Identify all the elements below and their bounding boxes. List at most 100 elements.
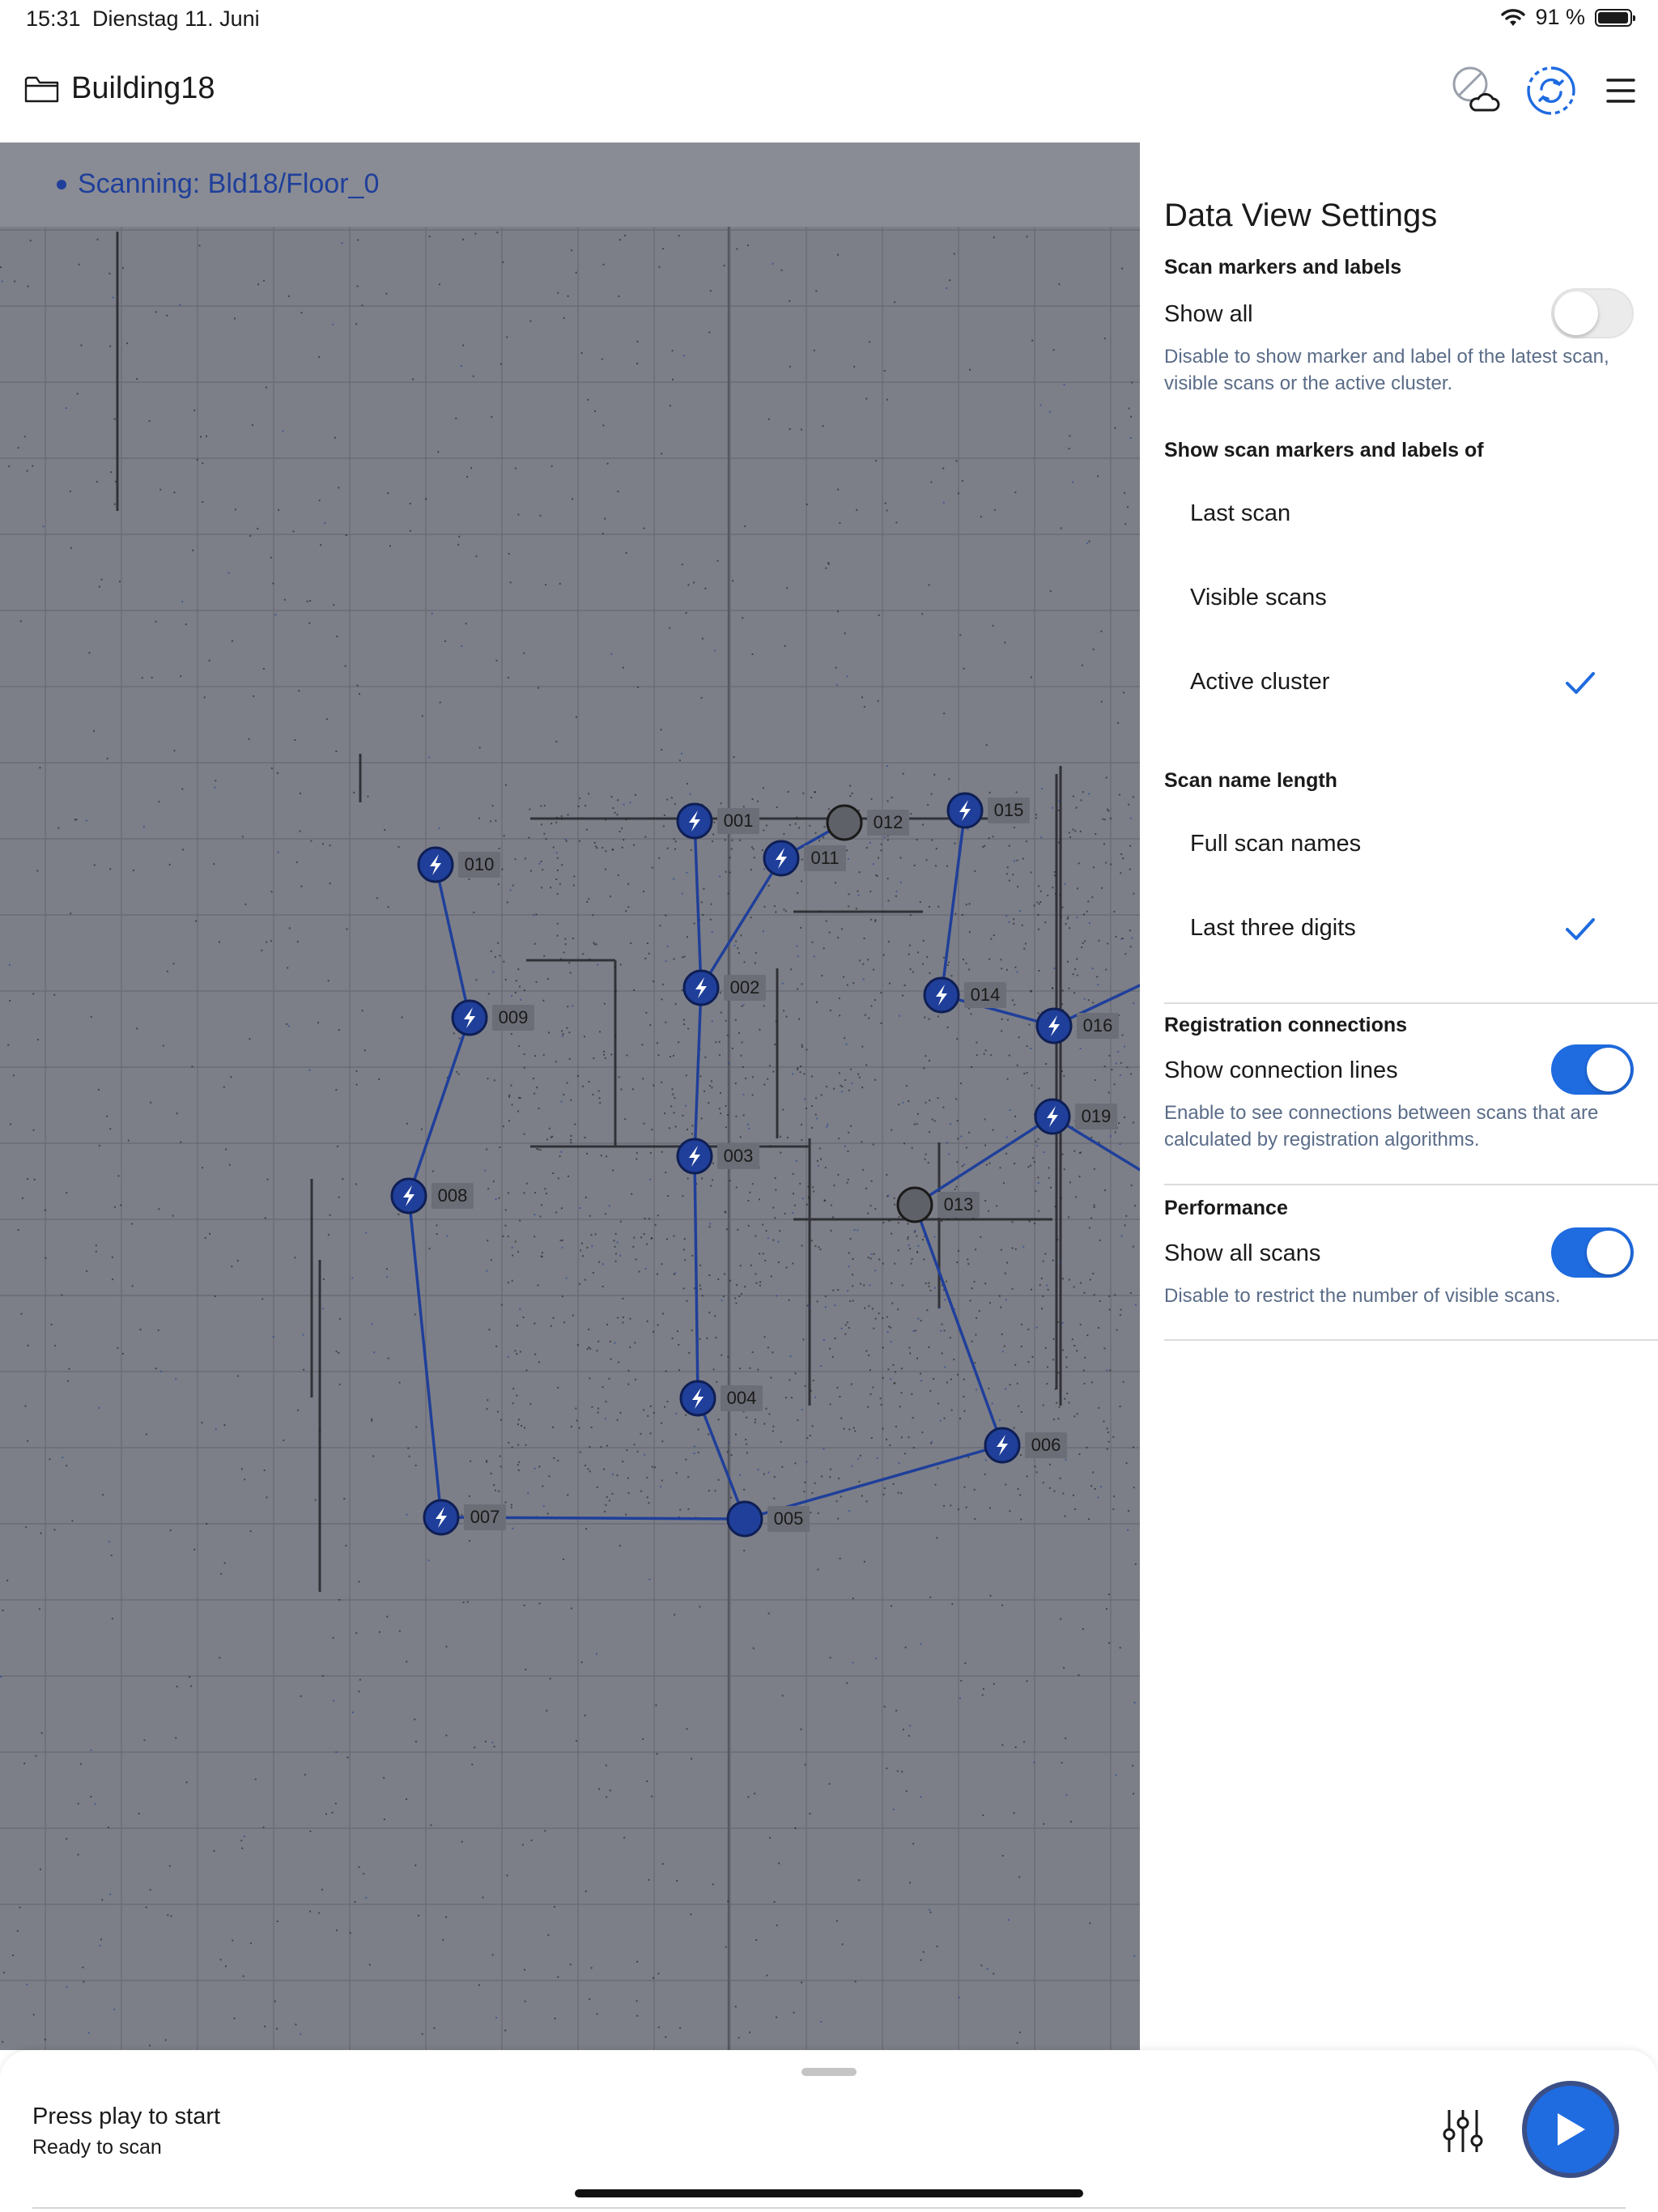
scan-marker-label: 015 bbox=[994, 800, 1024, 820]
project-title: Building18 bbox=[71, 71, 215, 105]
battery-percent: 91 % bbox=[1535, 5, 1585, 29]
wifi-icon bbox=[1501, 8, 1526, 26]
scan-marker-label: 009 bbox=[499, 1007, 529, 1027]
cloud-off-icon bbox=[1452, 66, 1500, 112]
option-last-scan[interactable]: Last scan bbox=[1190, 500, 1290, 527]
scan-marker-011[interactable]: 011 bbox=[763, 840, 846, 877]
adjust-sliders-icon[interactable] bbox=[1441, 2107, 1485, 2155]
section-registration: Registration connections bbox=[1164, 1014, 1408, 1036]
home-indicator bbox=[575, 2189, 1083, 2197]
connection-line bbox=[407, 1195, 443, 1518]
show-all-scans-help: Disable to restrict the number of visibl… bbox=[1164, 1285, 1561, 1307]
status-time: 15:31 bbox=[26, 6, 81, 31]
point-cloud-map[interactable]: Scanning: Bld18/Floor_0 001 002 003 004 005 0… bbox=[0, 143, 1140, 2050]
play-icon bbox=[1558, 2113, 1585, 2146]
show-all-scans-toggle[interactable] bbox=[1551, 1227, 1634, 1278]
scan-marker-014[interactable]: 014 bbox=[923, 976, 1006, 1014]
connection-lines bbox=[407, 810, 1140, 1521]
scan-marker-label: 004 bbox=[727, 1388, 757, 1408]
scan-marker-001[interactable]: 001 bbox=[676, 802, 759, 840]
connection-line bbox=[434, 864, 471, 1019]
sync-icon bbox=[1527, 66, 1575, 115]
scan-marker-008[interactable]: 008 bbox=[390, 1177, 474, 1214]
menu-icon bbox=[1606, 79, 1635, 103]
scan-marker-label: 016 bbox=[1083, 1015, 1113, 1036]
show-all-scans-label: Show all scans bbox=[1164, 1240, 1321, 1266]
connection-line bbox=[699, 857, 783, 989]
scan-marker-004[interactable]: 004 bbox=[679, 1380, 763, 1417]
scan-marker-label: 019 bbox=[1082, 1106, 1112, 1126]
status-date: Dienstag 11. Juni bbox=[92, 6, 260, 31]
scan-marker-006[interactable]: 006 bbox=[984, 1427, 1067, 1464]
scan-marker-label: 007 bbox=[470, 1507, 500, 1527]
scan-marker-005[interactable]: 005 bbox=[726, 1500, 810, 1538]
scan-network: 001 002 003 004 005 006 007 008 009 010 011 012 013 0… bbox=[390, 792, 1140, 1538]
connection-line bbox=[913, 1204, 1004, 1446]
scan-marker-label: 010 bbox=[465, 854, 495, 874]
bottom-sheet: Press play to start Ready to scan bbox=[0, 2050, 1658, 2212]
connection-lines-toggle[interactable] bbox=[1551, 1044, 1634, 1095]
scan-marker-label: 011 bbox=[810, 848, 839, 868]
folder-icon[interactable] bbox=[24, 74, 60, 104]
connection-lines-label: Show connection lines bbox=[1164, 1057, 1398, 1083]
connection-line bbox=[693, 1155, 699, 1399]
connection-line bbox=[693, 987, 703, 1157]
connection-line bbox=[407, 1017, 471, 1197]
option-visible-scans[interactable]: Visible scans bbox=[1190, 585, 1327, 611]
menu-button[interactable] bbox=[1592, 62, 1650, 120]
section-show-of: Show scan markers and labels of bbox=[1164, 439, 1484, 462]
scan-marker-002[interactable]: 002 bbox=[682, 969, 766, 1006]
scan-marker-019[interactable]: 019 bbox=[1034, 1098, 1117, 1135]
connection-lines-help: Enable to see connections between scans … bbox=[1164, 1102, 1599, 1151]
scan-marker-label: 002 bbox=[730, 977, 760, 998]
panel-title: Data View Settings bbox=[1164, 198, 1438, 233]
status-right: 91 % bbox=[1501, 5, 1635, 30]
section-performance: Performance bbox=[1164, 1197, 1288, 1219]
bottom-subtitle: Ready to scan bbox=[32, 2136, 162, 2159]
connection-line bbox=[914, 1115, 1053, 1206]
scan-marker-009[interactable]: 009 bbox=[451, 999, 534, 1036]
scan-marker-label: 001 bbox=[724, 810, 754, 831]
option-last-three-digits[interactable]: Last three digits bbox=[1190, 915, 1356, 942]
scan-marker-label: 003 bbox=[724, 1146, 754, 1166]
scan-marker-012[interactable]: 012 bbox=[826, 804, 909, 841]
divider bbox=[1164, 1002, 1658, 1004]
checkmark-icon bbox=[1566, 918, 1595, 940]
scan-marker-label: 006 bbox=[1031, 1435, 1061, 1455]
scan-marker-010[interactable]: 010 bbox=[417, 846, 500, 883]
scan-marker-015[interactable]: 015 bbox=[946, 792, 1030, 829]
bottom-divider bbox=[32, 2207, 1626, 2209]
data-view-settings-panel: Data View Settings Scan markers and labe… bbox=[1140, 143, 1658, 2050]
battery-icon bbox=[1595, 8, 1635, 27]
scan-marker-label: 005 bbox=[774, 1508, 804, 1529]
option-full-scan-names[interactable]: Full scan names bbox=[1190, 831, 1361, 857]
section-name-length: Scan name length bbox=[1164, 769, 1337, 792]
scan-marker-013[interactable]: 013 bbox=[896, 1186, 980, 1223]
connection-line bbox=[940, 810, 967, 996]
cloud-off-button[interactable] bbox=[1446, 62, 1504, 120]
scan-marker-label: 014 bbox=[971, 985, 1001, 1005]
scan-marker-label: 008 bbox=[438, 1185, 468, 1206]
divider bbox=[1164, 1184, 1658, 1185]
connection-line bbox=[693, 820, 703, 989]
bottom-title: Press play to start bbox=[32, 2104, 221, 2129]
scan-marker-label: 012 bbox=[874, 812, 903, 832]
section-scan-markers: Scan markers and labels bbox=[1164, 256, 1402, 279]
show-all-toggle[interactable] bbox=[1551, 288, 1634, 338]
scan-marker-016[interactable]: 016 bbox=[1035, 1007, 1119, 1044]
show-all-help: Disable to show marker and label of the … bbox=[1164, 346, 1609, 394]
scan-markers: 001 002 003 004 005 006 007 008 009 010 011 012 013 0… bbox=[390, 792, 1119, 1538]
show-all-label: Show all bbox=[1164, 301, 1253, 327]
checkmark-icon bbox=[1566, 672, 1595, 694]
option-active-cluster[interactable]: Active cluster bbox=[1190, 669, 1329, 696]
scan-marker-003[interactable]: 003 bbox=[676, 1138, 759, 1175]
nav-bar: Building18 bbox=[0, 49, 1658, 138]
scan-marker-007[interactable]: 007 bbox=[423, 1499, 506, 1536]
sheet-grabber[interactable] bbox=[801, 2068, 857, 2076]
status-bar: 15:31 Dienstag 11. Juni 91 % bbox=[0, 0, 1658, 39]
play-button[interactable] bbox=[1522, 2081, 1619, 2178]
connection-line bbox=[696, 1397, 746, 1520]
divider bbox=[1164, 1339, 1658, 1341]
scan-marker-label: 013 bbox=[944, 1194, 974, 1214]
sync-button[interactable] bbox=[1522, 62, 1580, 120]
